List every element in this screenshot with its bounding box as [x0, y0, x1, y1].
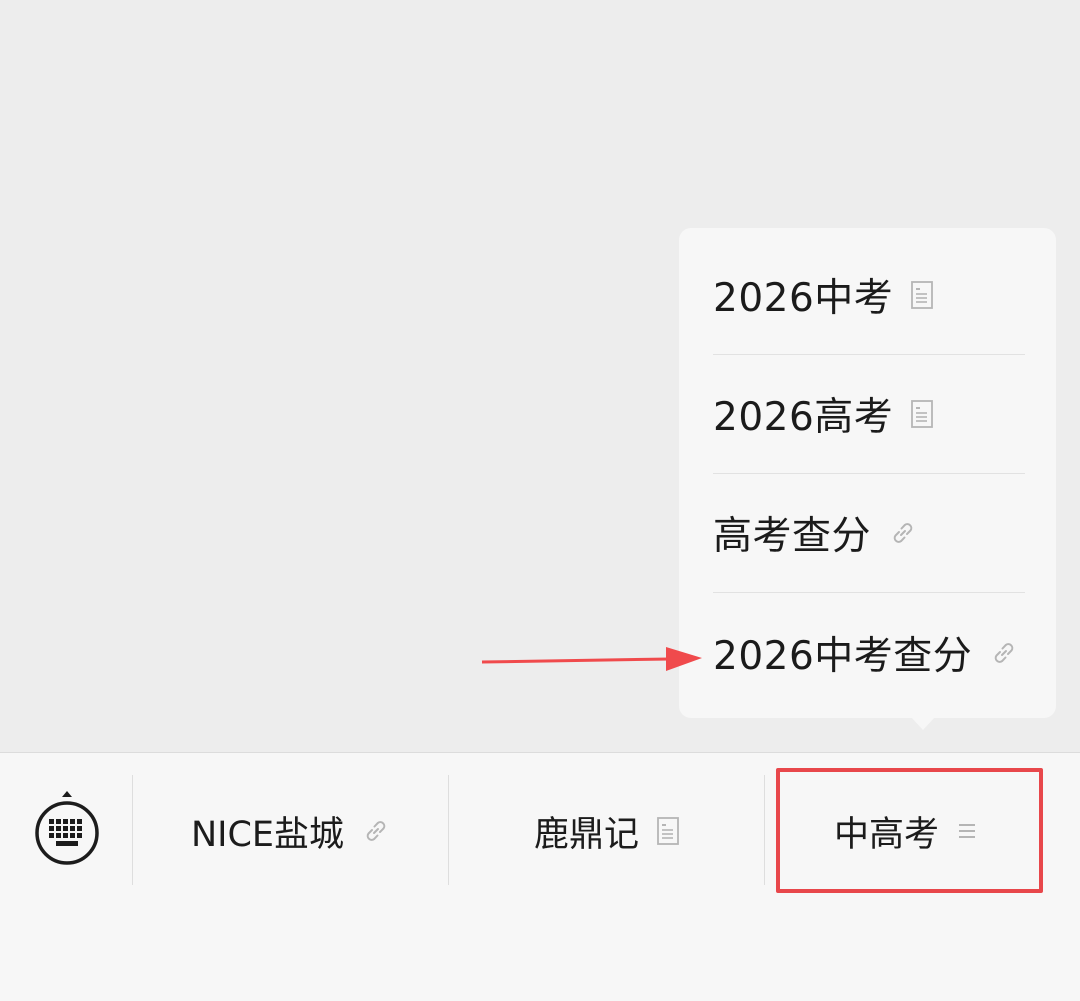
document-icon [657, 817, 679, 845]
menu-tab-nice-yancheng[interactable]: NICE盐城 [133, 781, 448, 881]
popup-pointer [910, 716, 936, 730]
bar-divider [764, 775, 765, 885]
custom-menu-bar: NICE盐城 鹿鼎记 中高考 [0, 752, 1080, 1001]
submenu-item-2026-gaokao[interactable]: 2026高考 [713, 355, 1025, 473]
submenu-popup: 2026中考 2026高考 高考查分 2026中考查分 [679, 228, 1056, 718]
submenu-item-2026-zhongkao-chafen[interactable]: 2026中考查分 [713, 594, 1025, 712]
link-icon [362, 817, 390, 845]
submenu-item-label: 2026中考 [713, 276, 894, 321]
keyboard-icon[interactable] [32, 789, 102, 869]
submenu-item-label: 2026高考 [713, 395, 894, 440]
annotation-arrow [481, 647, 702, 671]
submenu-item-gaokao-chafen[interactable]: 高考查分 [713, 474, 1025, 592]
submenu-item-label: 2026中考查分 [713, 634, 973, 679]
menu-tab-label: NICE盐城 [190, 814, 345, 855]
submenu-item-label: 高考查分 [713, 514, 872, 559]
annotation-highlight-box [776, 768, 1043, 893]
document-icon [911, 281, 934, 309]
menu-tab-ludingji[interactable]: 鹿鼎记 [449, 781, 764, 881]
submenu-item-2026-zhongkao[interactable]: 2026中考 [713, 236, 1025, 354]
link-icon [990, 639, 1018, 667]
menu-tab-label: 鹿鼎记 [533, 814, 639, 855]
document-icon [911, 400, 934, 428]
link-icon [889, 519, 917, 547]
menu-divider [713, 592, 1025, 593]
